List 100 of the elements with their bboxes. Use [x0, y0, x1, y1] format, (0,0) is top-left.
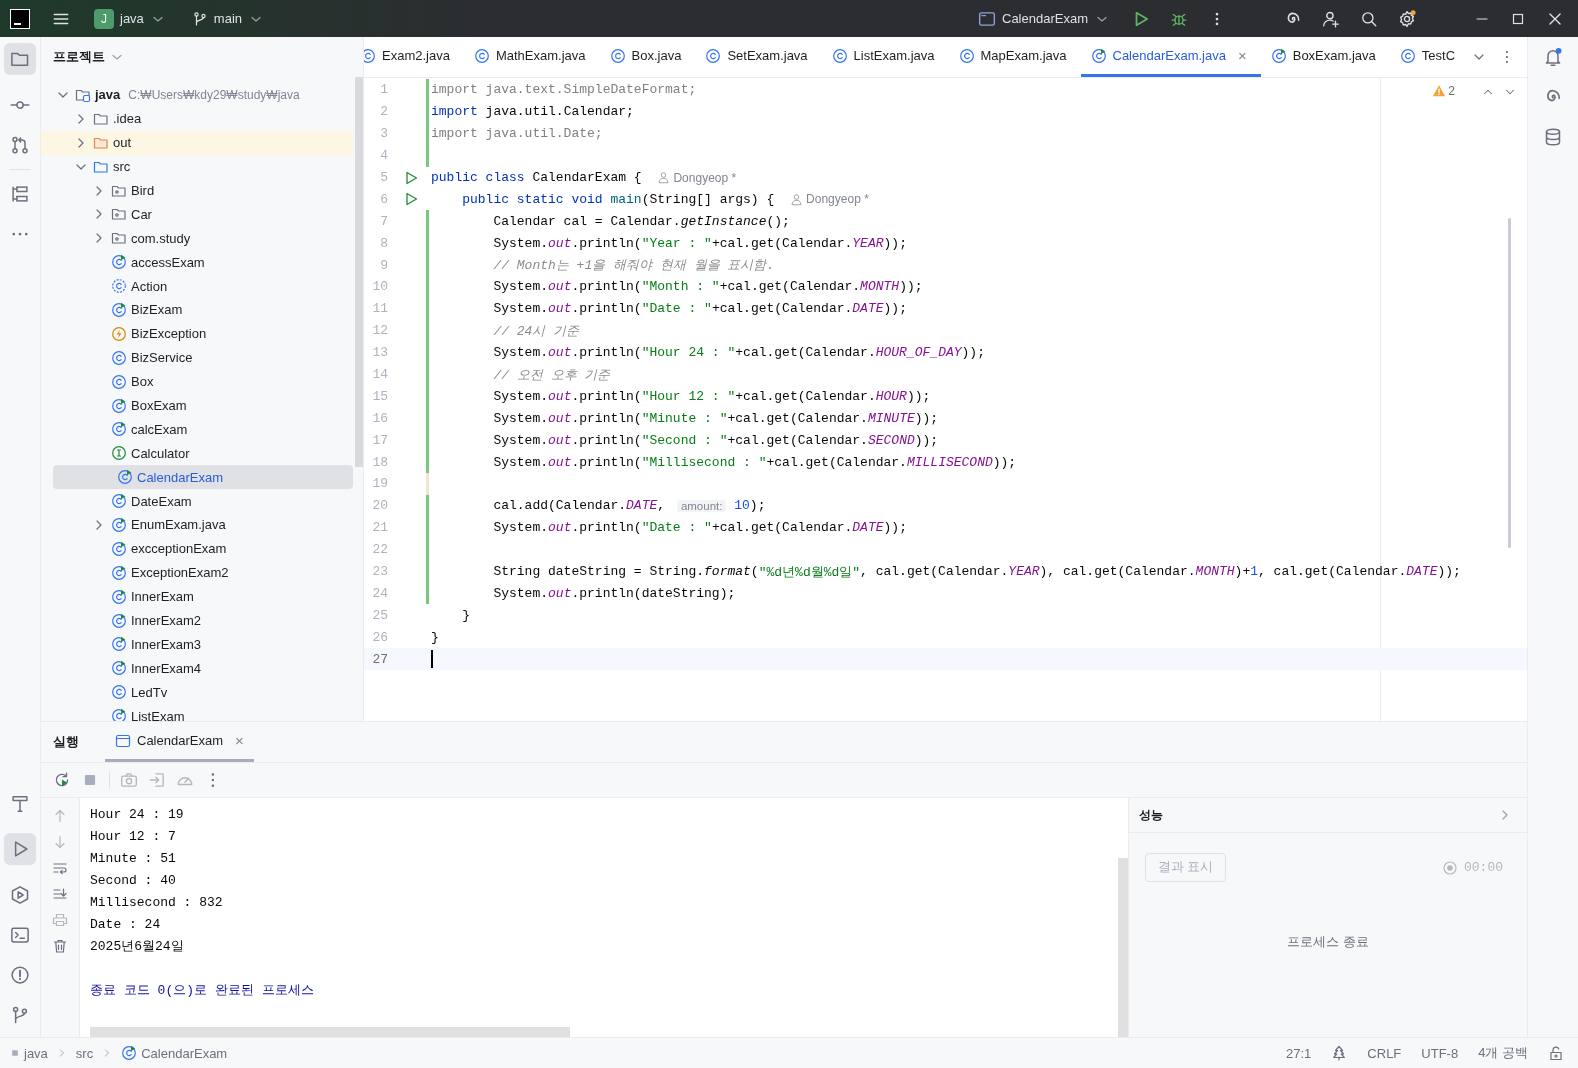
item-label: Action	[131, 278, 168, 294]
line-number: 5	[379, 170, 388, 185]
tree-item[interactable]: InnerExam	[41, 584, 353, 609]
line-number: 27	[371, 651, 388, 667]
tree-item[interactable]: InnerExam3	[41, 632, 353, 657]
line-number: 2	[379, 104, 388, 120]
tree-item[interactable]: calcExam	[41, 417, 353, 442]
tree-item[interactable]: Bird	[41, 178, 353, 203]
tree-item[interactable]: LedTv	[41, 680, 353, 705]
tree-item[interactable]: ExceptionExam2	[41, 560, 353, 585]
code-line: public static void main(String[] args) { Dongyeop *	[461, 191, 869, 207]
line-number: 16	[371, 410, 388, 426]
run-configuration[interactable]: CalendarExam	[976, 5, 1112, 32]
line-number: 13	[371, 345, 388, 361]
warning-indicator[interactable]: 2	[1432, 84, 1455, 98]
item-label: InnerExam	[131, 589, 194, 605]
tree-item[interactable]: BoxExam	[41, 393, 353, 418]
editor-tab[interactable]: ListExam.java	[821, 37, 949, 77]
line-number: 26	[371, 629, 388, 645]
tree-item[interactable]: BizExam	[41, 298, 353, 322]
item-label: out	[113, 135, 132, 151]
console-line: Millisecond : 832	[90, 894, 224, 912]
item-label: CalendarExam	[137, 469, 223, 485]
tree-item[interactable]: java C:₩Users₩kdy29₩study₩java	[41, 83, 353, 107]
tree-item[interactable]: Car	[41, 202, 353, 227]
console-line: Hour 24 : 19	[90, 806, 185, 824]
tree-item[interactable]: CalendarExam	[53, 465, 353, 490]
line-number: 8	[379, 235, 388, 251]
editor-tab[interactable]: CalendarExam.java ×	[1080, 37, 1261, 77]
editor-tab[interactable]: Box.java	[599, 37, 696, 77]
line-number: 25	[371, 607, 388, 623]
console-line: Hour 12 : 7	[90, 828, 177, 846]
item-label: com.study	[131, 230, 191, 246]
file-encoding[interactable]: UTF-8	[1421, 1045, 1459, 1061]
breadcrumb[interactable]: java	[10, 1045, 48, 1061]
tree-item[interactable]: BizException	[41, 321, 353, 346]
item-label: java	[95, 87, 121, 103]
item-label: ListExam	[131, 708, 185, 721]
branch-switcher[interactable]: main	[189, 6, 267, 31]
tree-item[interactable]: BizService	[41, 345, 353, 370]
run-tab[interactable]: CalendarExam ×	[105, 722, 254, 762]
line-number: 21	[371, 520, 388, 536]
code-line: }	[431, 629, 439, 645]
close-tab-icon[interactable]: ×	[235, 732, 244, 749]
editor-tab[interactable]: MapExam.java	[948, 37, 1081, 77]
code-line: System.out.println("Millisecond : "+cal.get(Calendar.MILLISECOND));	[492, 454, 1017, 470]
tree-item[interactable]: ListExam	[41, 704, 353, 721]
line-number: 3	[379, 126, 388, 142]
item-label: ExceptionExam2	[131, 565, 229, 581]
tree-item[interactable]: InnerExam4	[41, 656, 353, 681]
project-switcher[interactable]: J java	[92, 4, 168, 33]
item-label: accessExam	[131, 254, 205, 270]
tree-item[interactable]: DateExam	[41, 489, 353, 514]
status-text: 프로세스 종료	[1286, 934, 1370, 951]
editor-tab[interactable]: MathExam.java	[463, 37, 600, 77]
item-label: BoxExam	[131, 398, 187, 413]
code-line: String dateString = String.format("%d년%d월%d일", cal.get(Calendar.YEAR), cal.get(Calendar.MONTH)+1, cal.get(Calendar.DATE));	[492, 563, 1461, 581]
code-line: cal.add(Calendar.DATE, amount: 10);	[492, 498, 766, 514]
code-line: System.out.println("Date : "+cal.get(Calendar.DATE));	[492, 301, 907, 317]
close-tab-icon[interactable]: ×	[1237, 47, 1247, 64]
panel-title[interactable]: 프로젝트	[53, 48, 105, 66]
indent-setting[interactable]: 4개 공백	[1478, 1044, 1528, 1062]
tree-item[interactable]: out	[41, 130, 353, 155]
tree-item[interactable]: .idea	[41, 106, 353, 131]
editor-tab[interactable]: BoxExam.java	[1260, 37, 1390, 77]
tree-item[interactable]: accessExam	[41, 250, 353, 275]
line-number: 18	[371, 454, 388, 470]
item-label: Car	[131, 206, 152, 222]
breadcrumb[interactable]: CalendarExam	[121, 1045, 228, 1061]
line-number: 12	[371, 323, 388, 339]
console-line: Date : 24	[90, 916, 162, 934]
line-ending[interactable]: CRLF	[1367, 1045, 1402, 1061]
tree-item[interactable]: InnerExam2	[41, 608, 353, 633]
tree-item[interactable]: EnumExam.java	[41, 513, 353, 537]
line-number: 4	[379, 148, 388, 164]
editor-tab[interactable]: SetExam.java	[695, 37, 822, 77]
item-label: BizService	[131, 350, 193, 366]
editor-tab[interactable]: Exam2.java	[364, 37, 464, 77]
line-number: 17	[371, 432, 388, 448]
code-line: public class CalendarExam { Dongyeop *	[431, 170, 737, 185]
panel-title: 성능	[1139, 806, 1163, 824]
code-line: System.out.println("Month : "+cal.get(Calendar.MONTH));	[492, 279, 923, 295]
console-line: Minute : 51	[90, 850, 177, 868]
tree-item[interactable]: com.study	[41, 226, 353, 251]
tree-item[interactable]: Calculator	[41, 441, 353, 466]
tree-item[interactable]: Action	[41, 274, 353, 298]
tree-item[interactable]: excceptionExam	[41, 536, 353, 561]
item-label: InnerExam2	[131, 613, 202, 629]
cursor-position[interactable]: 27:1	[1286, 1045, 1312, 1061]
line-number: 10	[371, 279, 388, 295]
tree-item[interactable]: src	[41, 154, 353, 179]
console-line: 2025년6월24일	[90, 938, 185, 956]
item-label: EnumExam.java	[131, 517, 226, 533]
code-line: import java.util.Date;	[431, 126, 603, 142]
tree-item[interactable]: Box	[41, 369, 353, 394]
editor-tab[interactable]: TestC	[1389, 37, 1459, 77]
breadcrumb[interactable]: src	[75, 1045, 94, 1061]
code-line: System.out.println("Second : "+cal.get(Calendar.SECOND));	[492, 432, 939, 448]
line-number: 14	[371, 367, 388, 382]
code-line: import java.text.SimpleDateFormat;	[431, 82, 697, 98]
